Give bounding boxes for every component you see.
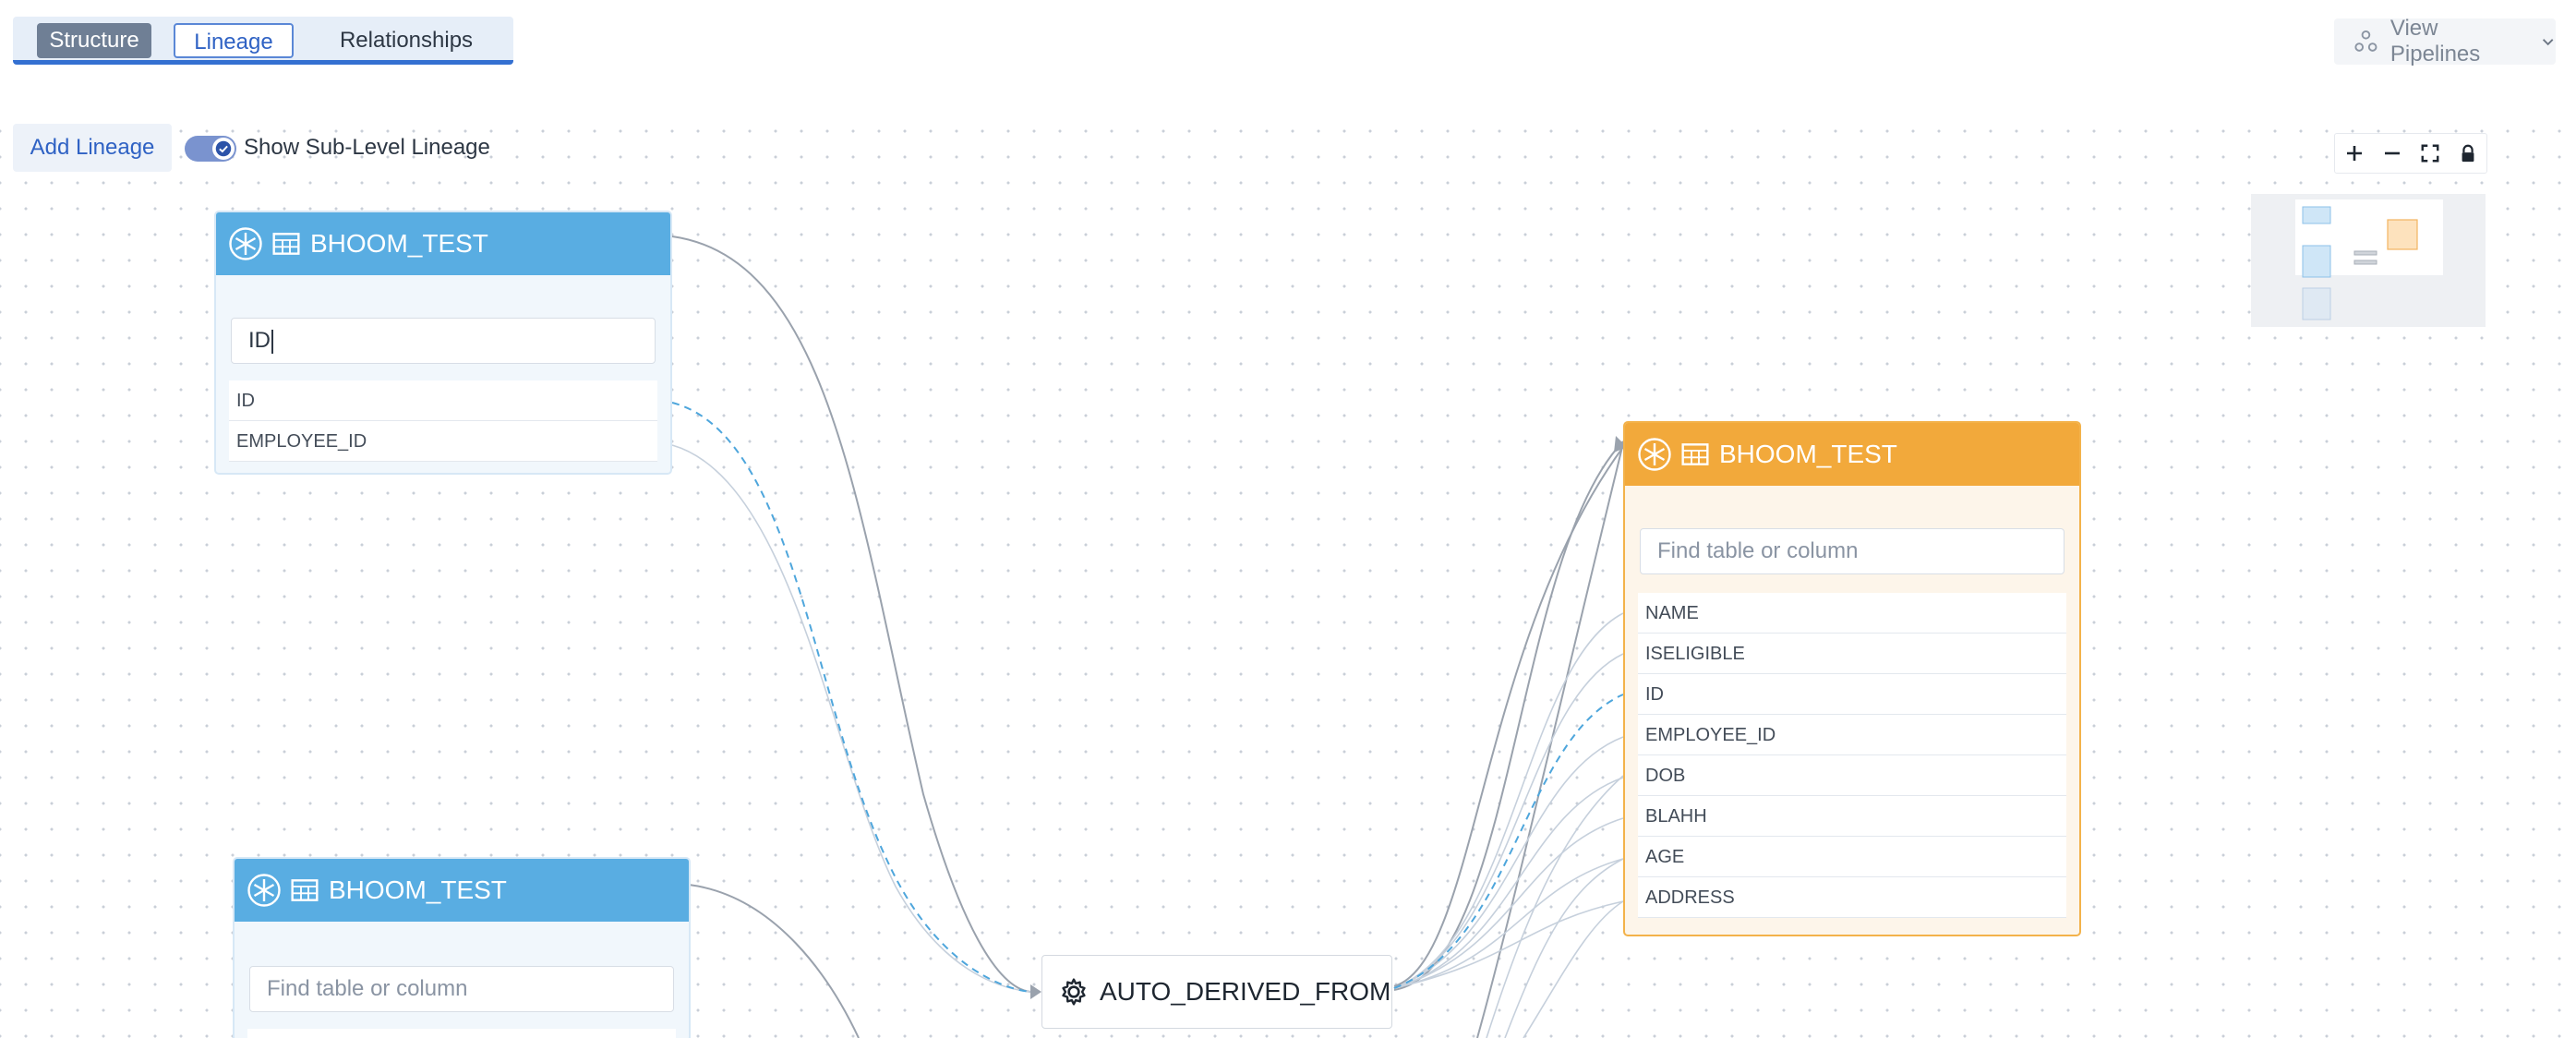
source-node-bottom-title: BHOOM_TEST (329, 875, 507, 904)
target-node-columns: NAME ISELIGIBLE ID EMPLOYEE_ID DOB BLAHH… (1638, 593, 2066, 918)
column-row-id[interactable]: ID (1638, 674, 2066, 715)
tab-bar: Structure Lineage Relationships (13, 17, 513, 65)
column-row[interactable] (247, 1029, 676, 1038)
add-lineage-button[interactable]: Add Lineage (13, 124, 172, 172)
zoom-controls (2334, 133, 2487, 174)
zoom-out-button[interactable] (2378, 139, 2406, 167)
source-node-top[interactable]: BHOOM_TEST ID ID EMPLOYEE_ID (214, 211, 672, 475)
minus-icon (2384, 151, 2400, 155)
lineage-view: Structure Lineage Relationships View Pip… (0, 0, 2576, 1038)
snowflake-icon (229, 227, 262, 260)
toggle-knob (212, 138, 235, 160)
column-row-blahh[interactable]: BLAHH (1638, 796, 2066, 837)
view-pipelines-label: View Pipelines (2389, 16, 2481, 66)
tab-lineage[interactable]: Lineage (174, 23, 294, 58)
column-row-name[interactable]: NAME (1638, 593, 2066, 634)
column-row-age[interactable]: AGE (1638, 837, 2066, 877)
table-icon (1681, 443, 1709, 465)
source-node-top-header[interactable]: BHOOM_TEST (216, 212, 670, 275)
check-icon (215, 140, 232, 157)
source-node-bottom-search-input[interactable]: Find table or column (249, 966, 674, 1012)
pipelines-icon (2354, 30, 2377, 52)
source-node-top-columns: ID EMPLOYEE_ID (229, 380, 657, 462)
column-row-dob[interactable]: DOB (1638, 755, 2066, 796)
target-node-header[interactable]: BHOOM_TEST (1625, 423, 2079, 486)
target-node-title: BHOOM_TEST (1719, 440, 1897, 468)
target-node-search-input[interactable]: Find table or column (1640, 528, 2064, 574)
lock-icon (2462, 144, 2474, 163)
fullscreen-icon (2421, 144, 2438, 163)
source-node-top-search-input[interactable]: ID (231, 318, 656, 364)
column-row-employee-id[interactable]: EMPLOYEE_ID (1638, 715, 2066, 755)
process-node-title: AUTO_DERIVED_FROM (1100, 977, 1391, 1006)
lock-button[interactable] (2454, 139, 2482, 167)
tab-relationships[interactable]: Relationships (323, 23, 489, 58)
source-node-top-title: BHOOM_TEST (310, 229, 488, 258)
process-node[interactable]: AUTO_DERIVED_FROM (1041, 955, 1392, 1029)
table-icon (272, 233, 300, 255)
column-row-employee-id[interactable]: EMPLOYEE_ID (229, 421, 657, 462)
column-row-address[interactable]: ADDRESS (1638, 877, 2066, 918)
zoom-in-button[interactable] (2341, 139, 2368, 167)
plus-icon (2346, 146, 2362, 161)
column-row-id[interactable]: ID (229, 380, 657, 421)
sublevel-lineage-label: Show Sub-Level Lineage (244, 135, 490, 160)
chevron-down-icon (2542, 39, 2554, 46)
text-caret (271, 329, 273, 354)
source-node-bottom[interactable]: BHOOM_TEST Find table or column (233, 857, 691, 1038)
minimap[interactable] (2251, 194, 2486, 327)
fit-view-button[interactable] (2416, 139, 2444, 167)
minimap-graphic (2295, 199, 2443, 320)
view-pipelines-button[interactable]: View Pipelines (2334, 16, 2556, 66)
gear-icon (1062, 978, 1086, 1006)
column-row-iseligible[interactable]: ISELIGIBLE (1638, 634, 2066, 674)
snowflake-icon (1638, 438, 1671, 471)
table-icon (291, 879, 319, 901)
source-node-bottom-columns (247, 1029, 676, 1038)
source-node-bottom-header[interactable]: BHOOM_TEST (235, 859, 689, 922)
target-node[interactable]: BHOOM_TEST Find table or column NAME ISE… (1623, 421, 2081, 936)
source-node-top-search-value: ID (248, 328, 271, 353)
sublevel-lineage-toggle[interactable] (185, 136, 236, 162)
tab-structure[interactable]: Structure (37, 23, 151, 58)
snowflake-icon (247, 874, 281, 907)
